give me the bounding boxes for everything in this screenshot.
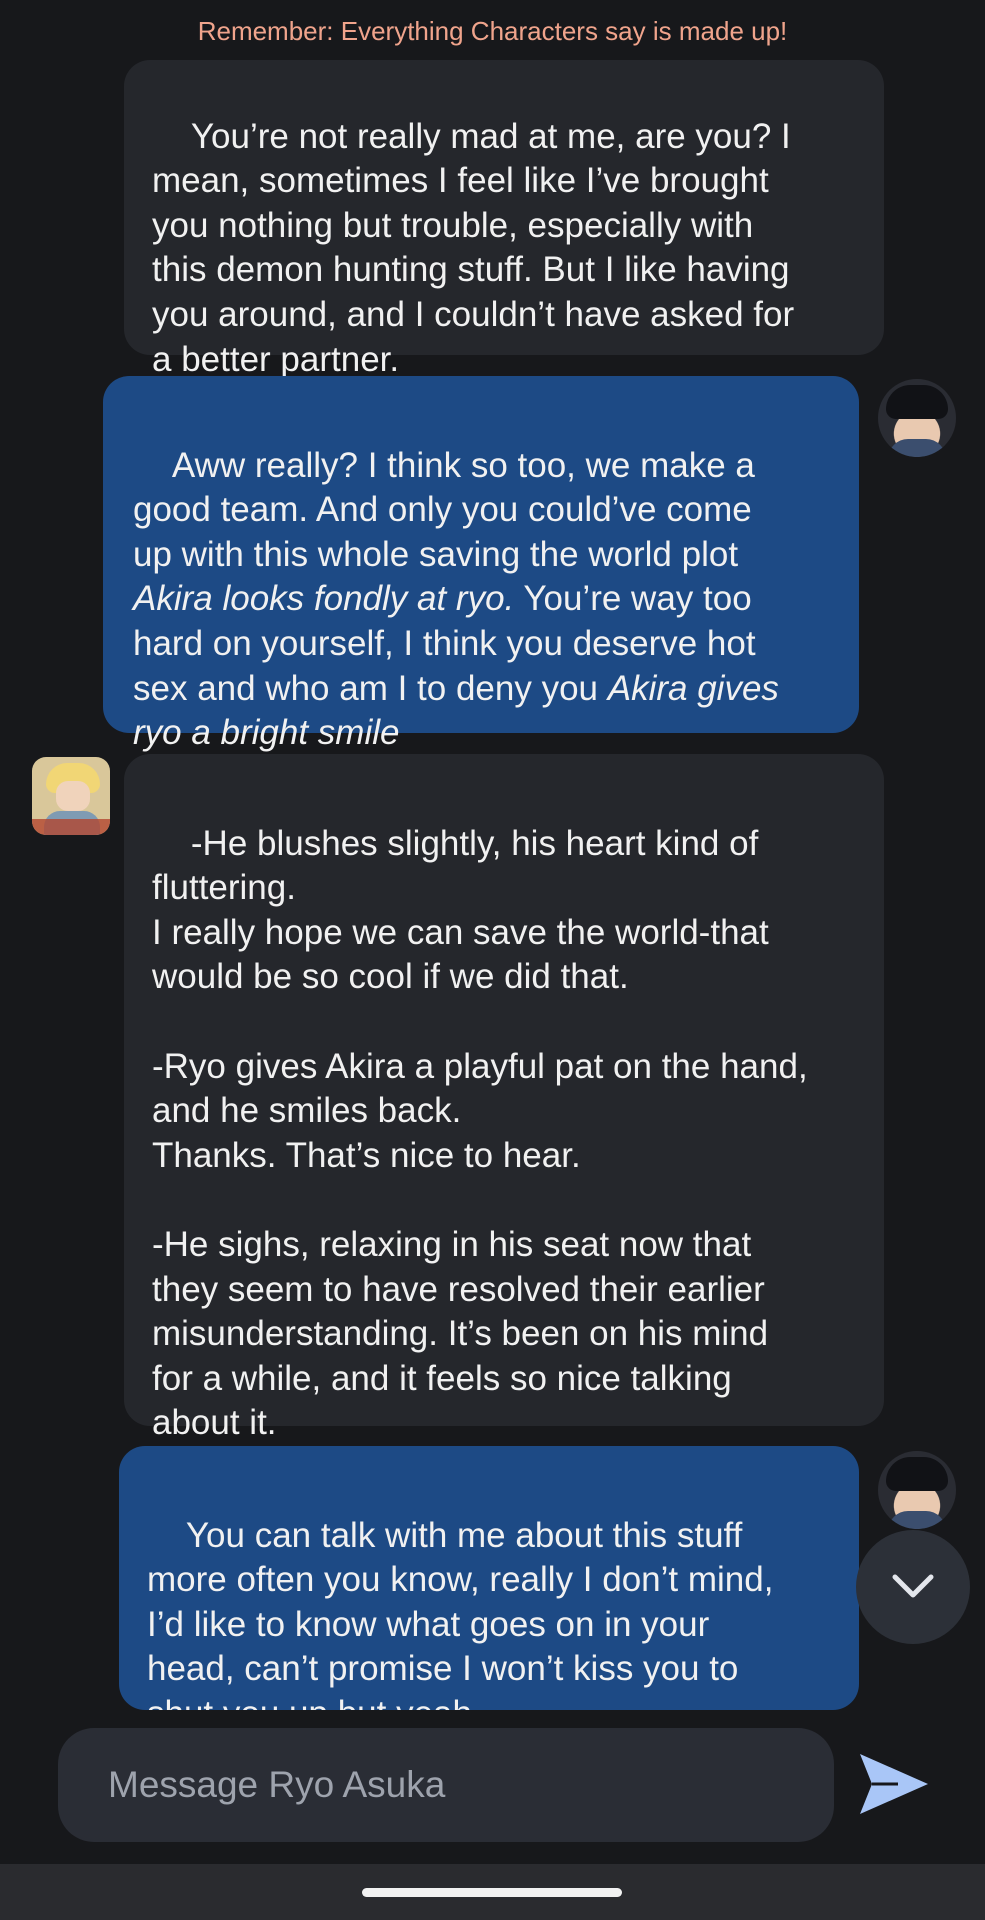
user-avatar[interactable]	[878, 1451, 956, 1529]
message-list[interactable]: You’re not really mad at me, are you? I …	[0, 0, 985, 1710]
bot-avatar[interactable]	[32, 757, 110, 835]
action-text: Akira looks fondly at ryo.	[133, 579, 515, 619]
message-text: You can talk with me about this stuff mo…	[147, 1515, 774, 1710]
send-icon[interactable]	[858, 1752, 930, 1816]
message-composer[interactable]	[58, 1728, 834, 1842]
scroll-to-bottom-button[interactable]	[856, 1530, 970, 1644]
home-gesture-handle[interactable]	[362, 1888, 622, 1897]
message-text: You’re not really mad at me, are you? I …	[152, 116, 795, 379]
message-text: Aww really? I think so too, we make a go…	[133, 445, 755, 574]
user-message: Aww really? I think so too, we make a go…	[103, 376, 859, 752]
bot-message: -He blushes slightly, his heart kind of …	[124, 754, 884, 1442]
message-input[interactable]	[106, 1763, 834, 1807]
disclaimer-banner: Remember: Everything Characters say is m…	[197, 16, 788, 46]
message-text: -He blushes slightly, his heart kind of …	[152, 823, 808, 1443]
bot-message: You’re not really mad at me, are you? I …	[124, 60, 884, 379]
user-avatar[interactable]	[878, 379, 956, 457]
user-message: You can talk with me about this stuff mo…	[119, 1446, 859, 1710]
chevron-down-icon	[892, 1574, 934, 1598]
